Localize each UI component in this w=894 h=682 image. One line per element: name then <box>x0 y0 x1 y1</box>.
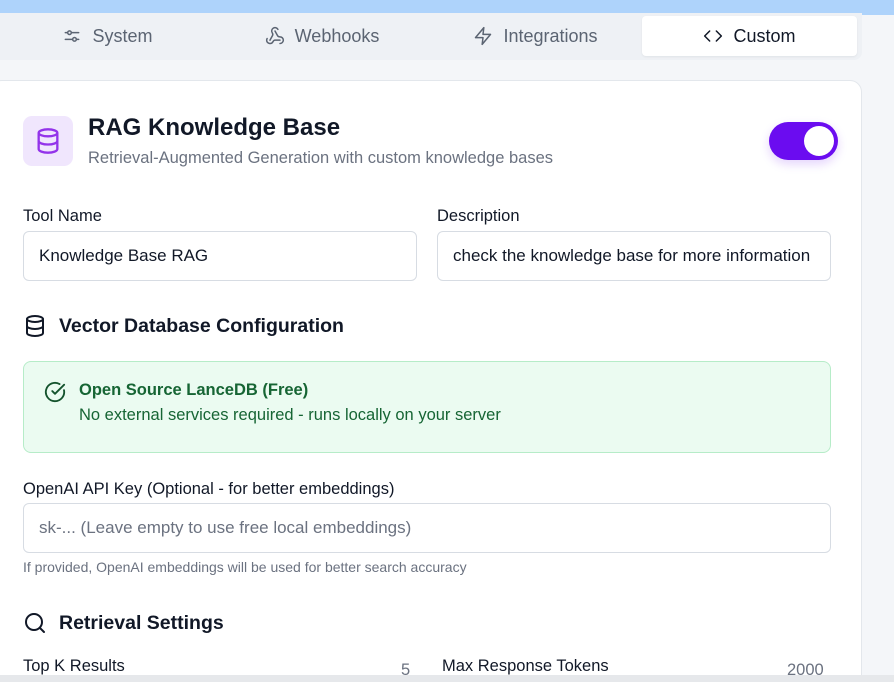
notice-text: No external services required - runs loc… <box>79 406 501 424</box>
top-k-label: Top K Results <box>23 657 125 675</box>
api-key-input[interactable]: sk-... (Leave empty to use free local em… <box>23 503 831 553</box>
tool-name-label: Tool Name <box>23 207 102 225</box>
retrieval-heading: Retrieval Settings <box>23 611 224 635</box>
vector-db-heading: Vector Database Configuration <box>23 314 344 338</box>
vector-db-heading-text: Vector Database Configuration <box>59 314 344 337</box>
lancedb-notice: Open Source LanceDB (Free) No external s… <box>23 361 831 453</box>
api-key-hint: If provided, OpenAI embeddings will be u… <box>23 559 467 575</box>
tool-name-input[interactable]: Knowledge Base RAG <box>23 231 417 281</box>
tab-system[interactable]: System <box>0 16 215 56</box>
check-circle-icon <box>44 381 66 403</box>
tab-integrations[interactable]: Integrations <box>429 16 642 56</box>
retrieval-heading-text: Retrieval Settings <box>59 611 224 634</box>
description-input[interactable]: check the knowledge base for more inform… <box>437 231 831 281</box>
tool-enabled-toggle[interactable] <box>769 122 838 160</box>
tool-subtitle: Retrieval-Augmented Generation with cust… <box>88 149 553 167</box>
notice-title: Open Source LanceDB (Free) <box>79 381 309 399</box>
tab-custom[interactable]: Custom <box>642 16 857 56</box>
description-label: Description <box>437 207 520 225</box>
api-key-label: OpenAI API Key (Optional - for better em… <box>23 480 395 498</box>
tab-integrations-label: Integrations <box>503 25 598 46</box>
search-icon <box>25 613 45 633</box>
tool-icon-container <box>23 116 73 166</box>
code-icon <box>704 30 723 42</box>
zap-icon <box>475 26 492 46</box>
tab-webhooks[interactable]: Webhooks <box>215 16 429 56</box>
tool-title: RAG Knowledge Base <box>88 114 341 141</box>
tab-system-label: System <box>92 25 153 46</box>
max-tokens-label: Max Response Tokens <box>442 657 609 675</box>
database-icon <box>26 315 44 337</box>
sliders-icon <box>65 30 80 42</box>
database-icon <box>37 128 59 154</box>
settings-tabs: System Webhooks Integrations Custom <box>0 13 862 60</box>
toggle-knob <box>804 126 834 156</box>
webhook-icon <box>265 26 284 45</box>
horizontal-scrollbar[interactable] <box>0 675 894 682</box>
tab-custom-label: Custom <box>733 25 796 46</box>
tab-webhooks-label: Webhooks <box>294 25 380 46</box>
